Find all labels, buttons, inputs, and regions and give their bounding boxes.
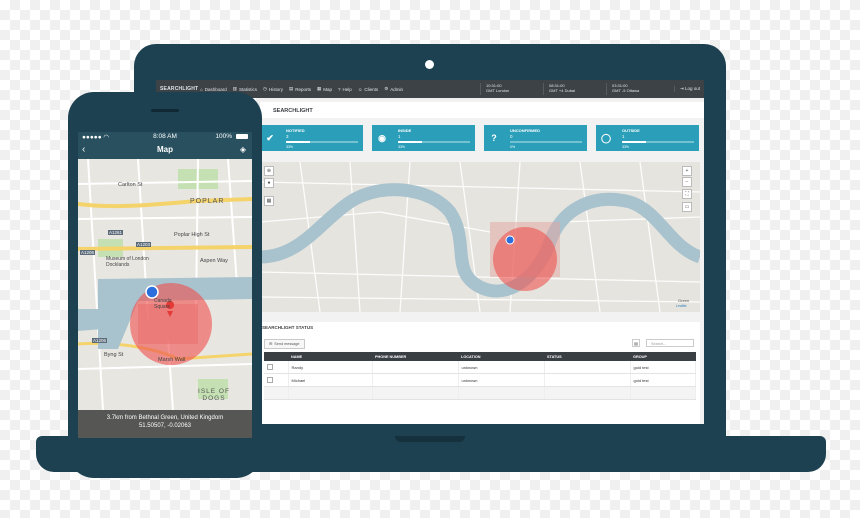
nav-map[interactable]: ▦ Map: [317, 86, 332, 92]
col-location[interactable]: LOCATION: [458, 352, 544, 361]
geofence-circle: [493, 227, 557, 291]
laptop-camera: [425, 60, 434, 69]
clock-ottawa: 03:31:00 GMT -5 Ottawa: [606, 83, 639, 95]
zoom-minus-button[interactable]: −: [682, 177, 692, 187]
user-location-icon: [145, 285, 159, 299]
map-canvas: [260, 162, 700, 312]
status-title: SEARCHLIGHT STATUS: [262, 325, 314, 330]
map-attribution[interactable]: Leaflet: [676, 304, 687, 308]
mail-icon: ✉: [269, 342, 273, 346]
logout-link[interactable]: ⇥ Log out: [673, 86, 700, 92]
battery-percent: 100%: [215, 133, 232, 140]
laptop-base-notch: [395, 436, 465, 442]
road-shield: A1203: [136, 242, 152, 247]
map-label: Carlton St: [118, 182, 143, 188]
table-row[interactable]: [264, 386, 696, 400]
locate-button[interactable]: ●: [264, 178, 274, 188]
map-label: Museum of London Docklands: [106, 256, 149, 268]
map-label: POPLAR: [190, 198, 225, 205]
nav-history[interactable]: ◷ History: [263, 86, 283, 92]
send-message-button[interactable]: ✉ Send message: [264, 339, 305, 349]
map-label: ISLE OF DOGS: [198, 388, 230, 402]
geofence-circle: [130, 283, 212, 365]
check-icon: ✔: [266, 132, 274, 143]
battery-icon: [236, 134, 248, 139]
map-label: Marsh Wall: [158, 357, 186, 363]
search-input[interactable]: Search...: [646, 339, 694, 347]
question-icon: ?: [491, 133, 497, 143]
distance-text: 3.7km from Bethnal Green, United Kingdom: [106, 415, 224, 421]
map-label: Poplar High St: [174, 232, 210, 238]
admin-icon: ⚙: [384, 86, 389, 91]
card-notified[interactable]: ✔ NOTIFIED 3 33%: [260, 125, 363, 151]
card-unconfirmed[interactable]: ? UNCONFIRMED 0 0%: [484, 125, 587, 151]
main-panel: SEARCHLIGHT ✔ NOTIFIED 3 33% ◉ INSIDE 1 …: [260, 100, 704, 424]
export-button[interactable]: ▤: [632, 339, 640, 347]
circle-icon: ◯: [600, 132, 612, 143]
col-status[interactable]: STATUS: [544, 352, 630, 361]
nav-help[interactable]: ? Help: [338, 86, 352, 92]
table-row[interactable]: Michael unknown gold test: [264, 373, 696, 387]
map-view[interactable]: ⊕ ● ▦ + − ⛶ ▭ Green Leaflet: [260, 162, 700, 312]
road-shield: A1206: [80, 250, 96, 255]
progress-bar: [398, 141, 470, 143]
map-place-text: Green: [678, 298, 690, 303]
target-icon: ◉: [378, 132, 386, 143]
zoom-plus-button[interactable]: +: [682, 166, 692, 176]
nav-clients[interactable]: ☺ Clients: [358, 86, 378, 92]
phone-title: Map: [157, 145, 173, 154]
clock-london: 10:31:00 GMT London: [480, 83, 509, 95]
col-name[interactable]: NAME: [288, 352, 372, 361]
progress-bar: [622, 141, 694, 143]
phone-nav-bar: ‹ Map ◈: [78, 142, 252, 159]
phone-map[interactable]: [78, 159, 252, 410]
card-outside[interactable]: ◯ OUTSIDE 1 33%: [596, 125, 699, 151]
status-panel: SEARCHLIGHT STATUS ✉ Send message ▤ Searc…: [260, 322, 700, 424]
select-all-header[interactable]: [264, 352, 288, 361]
page-title: SEARCHLIGHT: [273, 108, 313, 114]
page-header: SEARCHLIGHT: [260, 102, 704, 118]
clients-icon: ☺: [357, 86, 363, 92]
report-icon: ▤: [288, 86, 294, 91]
clock-icon: ◷: [263, 86, 267, 91]
location-marker-icon[interactable]: [505, 235, 515, 245]
progress-bar: [510, 141, 582, 143]
map-label: Canada Square: [154, 298, 172, 310]
card-inside[interactable]: ◉ INSIDE 1 33%: [372, 125, 475, 151]
nav-admin[interactable]: ⚙ Admin: [384, 86, 403, 92]
col-phone[interactable]: PHONE NUMBER: [372, 352, 458, 361]
zoom-in-button[interactable]: ⊕: [264, 166, 274, 176]
fullscreen-button[interactable]: ⛶: [682, 189, 692, 199]
layers-button[interactable]: ▦: [264, 196, 274, 206]
row-checkbox[interactable]: [267, 363, 273, 370]
phone-status-bar: ●●●●● ◠ 8:08 AM 100%: [78, 132, 252, 142]
main-road: [78, 245, 252, 251]
export-icon: ▤: [634, 341, 638, 346]
table-row[interactable]: Randy unknown gold test: [264, 361, 696, 374]
home-icon: ⌂: [200, 86, 203, 92]
row-checkbox[interactable]: [267, 376, 273, 383]
map-layer-button[interactable]: ▭: [682, 202, 692, 212]
clock-dubai: 08:31:00 GMT +4 Dubai: [543, 83, 575, 95]
road-shield: A1261: [108, 230, 124, 235]
location-footer: 3.7km from Bethnal Green, United Kingdom…: [78, 410, 252, 438]
nav-reports[interactable]: ▤ Reports: [289, 86, 311, 92]
progress-bar: [286, 141, 358, 143]
table-header-row: NAME PHONE NUMBER LOCATION STATUS GROUP: [264, 352, 696, 361]
phone-screen: ●●●●● ◠ 8:08 AM 100% ‹ Map ◈ Carlton St …: [78, 132, 252, 438]
road-shield: A1206: [92, 338, 108, 343]
map-label: Byng St: [104, 352, 124, 358]
map-label: Aspen Way: [200, 258, 228, 264]
help-icon: ?: [338, 86, 341, 92]
phone-speaker: [151, 109, 179, 112]
layers-icon[interactable]: ◈: [240, 145, 246, 154]
map-icon: ▦: [317, 86, 322, 91]
coordinates-text: 51.50507, -0.02063: [138, 423, 192, 429]
status-table: NAME PHONE NUMBER LOCATION STATUS GROUP …: [264, 352, 696, 400]
col-group[interactable]: GROUP: [630, 352, 696, 361]
